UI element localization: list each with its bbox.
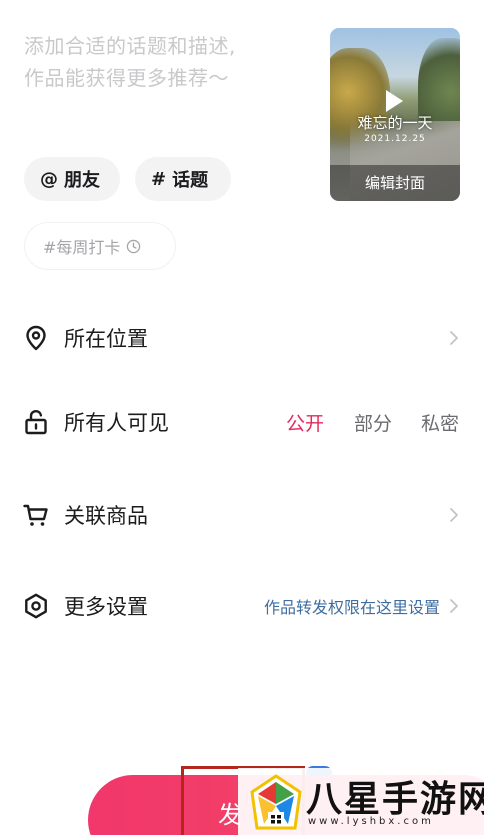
cart-icon bbox=[23, 504, 48, 526]
weekly-checkin-label: #每周打卡 bbox=[43, 238, 121, 257]
topic-chip[interactable]: # 话题 bbox=[135, 157, 231, 201]
at-icon: @ bbox=[40, 168, 58, 190]
location-row[interactable]: 所在位置 bbox=[0, 308, 484, 368]
description-input[interactable]: 添加合适的话题和描述, 作品能获得更多推荐～ bbox=[24, 30, 304, 94]
more-settings-row[interactable]: 更多设置 作品转发权限在这里设置 bbox=[0, 576, 484, 636]
more-settings-label: 更多设置 bbox=[64, 595, 148, 619]
mention-friends-label: 朋友 bbox=[64, 170, 100, 191]
visibility-label: 所有人可见 bbox=[64, 411, 169, 435]
visibility-option-public[interactable]: 公开 bbox=[286, 409, 324, 436]
linked-products-label: 关联商品 bbox=[64, 504, 148, 528]
cover-thumbnail[interactable]: 难忘的一天 2021.12.25 编辑封面 bbox=[330, 28, 460, 201]
play-icon bbox=[386, 90, 403, 112]
watermark: 八星手游网 www.lyshbx.com bbox=[238, 768, 484, 835]
cover-overlay-date: 2021.12.25 bbox=[364, 134, 426, 144]
cover-overlay-title: 难忘的一天 bbox=[357, 114, 433, 132]
chevron-right-icon bbox=[450, 331, 458, 345]
settings-hexagon-icon bbox=[25, 593, 47, 619]
topic-label: 话题 bbox=[172, 170, 209, 191]
visibility-row: 所有人可见 公开 部分 私密 bbox=[0, 392, 484, 452]
description-placeholder-line1: 添加合适的话题和描述, bbox=[24, 34, 236, 58]
location-label: 所在位置 bbox=[64, 327, 148, 351]
unlock-icon bbox=[25, 409, 47, 435]
linked-products-row[interactable]: 关联商品 bbox=[0, 485, 484, 545]
chevron-right-icon bbox=[450, 599, 458, 613]
clock-icon bbox=[127, 239, 141, 253]
watermark-title: 八星手游网 bbox=[306, 779, 484, 820]
edit-cover-button[interactable]: 编辑封面 bbox=[330, 165, 460, 201]
mention-friends-chip[interactable]: @ 朋友 bbox=[24, 157, 120, 201]
chevron-right-icon bbox=[450, 508, 458, 522]
visibility-option-partial[interactable]: 部分 bbox=[354, 409, 392, 436]
visibility-option-private[interactable]: 私密 bbox=[421, 409, 459, 436]
hashtag-icon: # bbox=[151, 168, 167, 190]
map-pin-icon bbox=[26, 325, 46, 351]
description-placeholder-line2: 作品能获得更多推荐～ bbox=[24, 66, 229, 90]
watermark-url: www.lyshbx.com bbox=[308, 816, 434, 827]
repost-permission-hint: 作品转发权限在这里设置 bbox=[263, 598, 440, 617]
watermark-logo-icon bbox=[250, 774, 302, 830]
weekly-checkin-chip[interactable]: #每周打卡 bbox=[24, 222, 176, 270]
